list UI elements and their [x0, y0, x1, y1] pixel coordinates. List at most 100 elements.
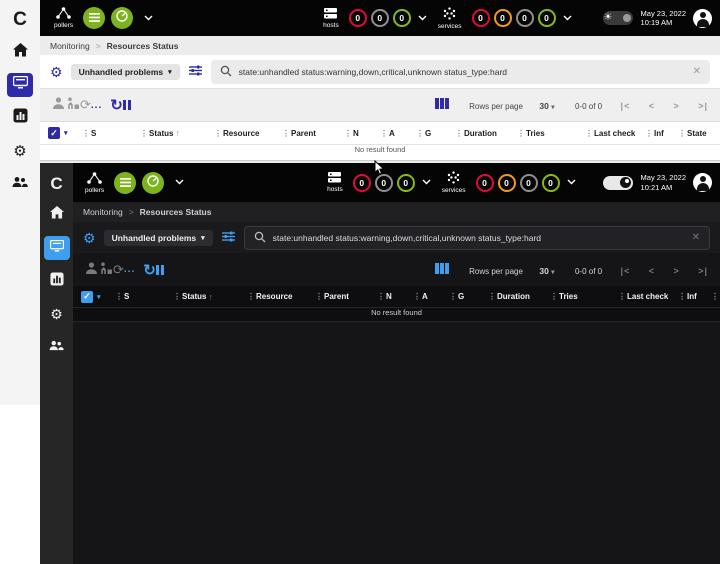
drag-handle-icon[interactable]: ⋮ [711, 292, 719, 301]
first-page-button[interactable]: |< [621, 101, 631, 111]
hosts-status-button[interactable]: hosts [327, 172, 343, 193]
breadcrumb-page[interactable]: Resources Status [140, 207, 212, 217]
sidebar-item-administration[interactable] [7, 172, 33, 196]
filter-gear-icon[interactable]: ⚙ [50, 65, 63, 79]
rows-per-page-select[interactable]: 30 ▾ [539, 101, 554, 111]
services-unknown-counter[interactable]: 0 [519, 173, 538, 192]
poller-gauge-button[interactable] [111, 7, 134, 29]
services-ok-counter[interactable]: 0 [537, 9, 556, 27]
drag-handle-icon[interactable]: ⋮ [377, 292, 385, 301]
drag-handle-icon[interactable]: ⋮ [247, 292, 255, 301]
column-header-last-check[interactable]: ⋮ Last check [618, 292, 678, 301]
drag-handle-icon[interactable]: ⋮ [282, 129, 290, 138]
next-page-button[interactable]: > [674, 266, 680, 276]
services-critical-counter[interactable]: 0 [471, 9, 490, 27]
pause-autorefresh-icon[interactable] [155, 264, 165, 275]
column-header-graph[interactable]: ⋮ G [416, 129, 455, 138]
edit-columns-icon[interactable] [435, 262, 449, 274]
sidebar-item-monitoring[interactable] [7, 73, 33, 97]
centreon-logo[interactable]: C [50, 174, 62, 194]
column-header-state[interactable]: ⋮State [711, 292, 720, 301]
acknowledge-icon[interactable] [85, 261, 98, 279]
filter-preset-dropdown[interactable]: Unhandled problems ▾ [103, 229, 213, 246]
hosts-unreachable-counter[interactable]: 0 [370, 9, 389, 27]
drag-handle-icon[interactable]: ⋮ [550, 292, 558, 301]
drag-handle-icon[interactable]: ⋮ [449, 292, 457, 301]
sidebar-item-administration[interactable] [44, 335, 70, 359]
pollers-button[interactable]: pollers [54, 7, 73, 29]
services-warning-counter[interactable]: 0 [493, 9, 512, 27]
select-menu-chevron-icon[interactable]: ▾ [64, 129, 68, 137]
column-header-action[interactable]: ⋮ A [413, 292, 449, 301]
drag-handle-icon[interactable]: ⋮ [413, 292, 421, 301]
drag-handle-icon[interactable]: ⋮ [380, 129, 388, 138]
sidebar-item-home[interactable] [44, 203, 70, 227]
user-avatar[interactable] [693, 8, 712, 28]
drag-handle-icon[interactable]: ⋮ [214, 129, 222, 138]
set-downtime-icon[interactable] [65, 96, 80, 114]
column-header-parent[interactable]: ⋮ Parent [282, 129, 344, 138]
filter-gear-icon[interactable]: ⚙ [83, 231, 96, 245]
column-header-severity[interactable]: ⋮ S [115, 292, 173, 301]
breadcrumb-page[interactable]: Resources Status [107, 41, 179, 51]
chevron-down-icon[interactable] [563, 13, 572, 24]
drag-handle-icon[interactable]: ⋮ [344, 129, 352, 138]
chevron-down-icon[interactable] [418, 13, 427, 24]
column-header-status[interactable]: ⋮ Status ↑ [140, 128, 214, 138]
sidebar-item-reporting[interactable] [7, 106, 33, 130]
rows-per-page-select[interactable]: 30 ▾ [539, 266, 554, 276]
theme-toggle[interactable]: ☀ [602, 11, 633, 25]
next-page-button[interactable]: > [674, 101, 680, 111]
hosts-up-counter[interactable]: 0 [396, 173, 415, 192]
drag-handle-icon[interactable]: ⋮ [455, 129, 463, 138]
user-avatar[interactable] [693, 173, 712, 192]
search-input[interactable]: state:unhandled status:warning,down,crit… [210, 59, 710, 84]
submit-status-icon[interactable]: ⟳ [113, 262, 124, 278]
column-header-tries[interactable]: ⋮ Tries [550, 292, 618, 301]
column-header-graph[interactable]: ⋮ G [449, 292, 488, 301]
column-header-action[interactable]: ⋮ A [380, 129, 416, 138]
theme-toggle[interactable] [602, 175, 633, 190]
centreon-logo[interactable]: C [13, 9, 27, 31]
edit-columns-icon[interactable] [435, 98, 449, 109]
drag-handle-icon[interactable]: ⋮ [618, 292, 626, 301]
drag-handle-icon[interactable]: ⋮ [140, 129, 148, 138]
select-menu-chevron-icon[interactable]: ▾ [97, 293, 101, 301]
column-header-information[interactable]: ⋮ Inf [645, 129, 678, 138]
column-header-state[interactable]: ⋮State [678, 129, 720, 138]
first-page-button[interactable]: |< [621, 266, 631, 276]
sidebar-item-home[interactable] [7, 40, 33, 64]
sidebar-item-configuration[interactable]: ⚙ [44, 302, 70, 326]
pause-autorefresh-icon[interactable] [122, 100, 132, 110]
drag-handle-icon[interactable]: ⋮ [678, 129, 686, 138]
last-page-button[interactable]: >| [698, 266, 708, 276]
services-critical-counter[interactable]: 0 [475, 173, 494, 192]
column-header-parent[interactable]: ⋮ Parent [315, 292, 377, 301]
drag-handle-icon[interactable]: ⋮ [488, 292, 496, 301]
column-header-status[interactable]: ⋮ Status ↑ [173, 292, 247, 302]
column-header-severity[interactable]: ⋮ S [82, 129, 140, 138]
services-warning-counter[interactable]: 0 [497, 173, 516, 192]
chevron-down-icon[interactable] [144, 13, 153, 24]
poller-list-button[interactable] [114, 171, 137, 194]
services-status-button[interactable]: services [442, 171, 466, 194]
prev-page-button[interactable]: < [649, 266, 655, 276]
set-downtime-icon[interactable] [98, 261, 113, 279]
poller-gauge-button[interactable] [142, 171, 165, 194]
more-actions-button[interactable]: ... [91, 100, 102, 111]
drag-handle-icon[interactable]: ⋮ [585, 129, 593, 138]
select-all-checkbox[interactable]: ✓ [48, 127, 60, 139]
hosts-down-counter[interactable]: 0 [348, 9, 367, 27]
refresh-icon[interactable]: ↻ [110, 96, 123, 114]
column-header-resource[interactable]: ⋮ Resource [247, 292, 315, 301]
column-header-notes[interactable]: ⋮ N [377, 292, 413, 301]
drag-handle-icon[interactable]: ⋮ [173, 292, 181, 301]
breadcrumb-section[interactable]: Monitoring [83, 207, 123, 217]
acknowledge-icon[interactable] [52, 96, 65, 114]
column-header-last-check[interactable]: ⋮ Last check [585, 129, 645, 138]
pollers-button[interactable]: pollers [85, 171, 104, 194]
column-header-duration[interactable]: ⋮ Duration [488, 292, 550, 301]
column-header-tries[interactable]: ⋮ Tries [517, 129, 585, 138]
sidebar-item-monitoring[interactable] [43, 236, 70, 260]
services-unknown-counter[interactable]: 0 [515, 9, 534, 27]
